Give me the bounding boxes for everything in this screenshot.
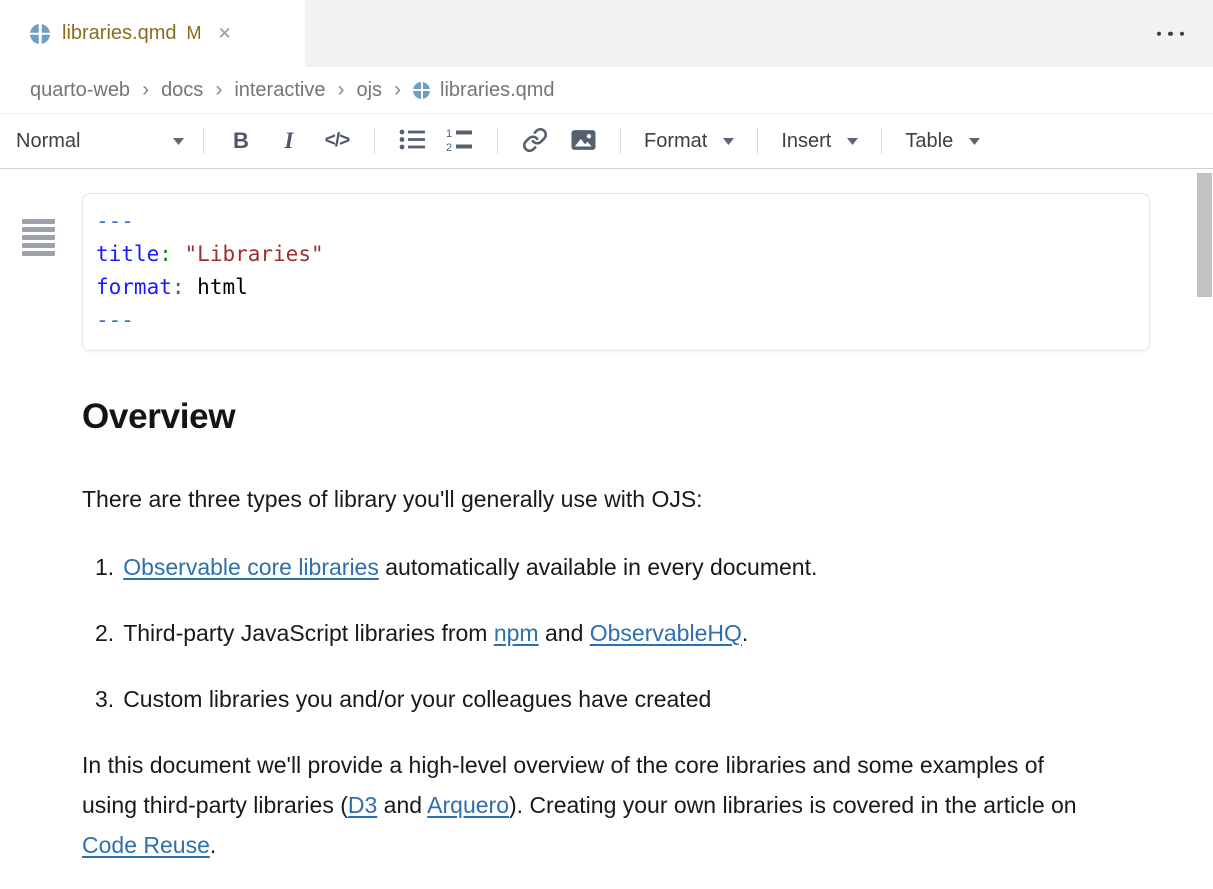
numbered-list-button[interactable]: 1 2 (444, 123, 476, 159)
list-item[interactable]: 1. Observable core libraries automatical… (82, 547, 1094, 587)
overflow-menu-icon[interactable] (1155, 25, 1187, 42)
insert-menu[interactable]: Insert (781, 130, 858, 153)
document-body: Overview There are three types of librar… (82, 397, 1094, 865)
quarto-icon (30, 24, 50, 44)
breadcrumb-item-ojs[interactable]: ojs (356, 79, 382, 102)
italic-button[interactable]: I (273, 123, 305, 159)
link-observable-core-libraries[interactable]: Observable core libraries (123, 554, 379, 580)
image-button[interactable] (567, 123, 599, 159)
svg-text:2: 2 (446, 142, 452, 152)
link-button[interactable] (519, 123, 551, 159)
list-number: 2. (95, 613, 114, 653)
toolbar-divider (620, 128, 621, 154)
toolbar-divider (497, 128, 498, 154)
toolbar-divider (757, 128, 758, 154)
editor-tab[interactable]: libraries.qmd M ✕ (0, 0, 305, 67)
link-d3[interactable]: D3 (348, 792, 377, 818)
chevron-separator-icon: › (215, 78, 222, 102)
formatting-toolbar: Normal B I </> 1 2 (0, 114, 1213, 169)
chevron-separator-icon: › (337, 78, 344, 102)
closing-paragraph[interactable]: In this document we'll provide a high-le… (82, 745, 1094, 865)
link-arquero[interactable]: Arquero (427, 792, 509, 818)
link-icon (522, 127, 548, 156)
vertical-scrollbar-thumb[interactable] (1197, 173, 1212, 297)
code-button[interactable]: </> (321, 123, 353, 159)
editor-canvas: --- title: "Libraries" format: html --- … (0, 193, 1213, 889)
tab-bar: libraries.qmd M ✕ (0, 0, 1213, 67)
block-outline-icon[interactable] (22, 219, 55, 256)
intro-paragraph[interactable]: There are three types of library you'll … (82, 479, 1094, 519)
link-observablehq[interactable]: ObservableHQ (590, 620, 742, 646)
list-item[interactable]: 3. Custom libraries you and/or your coll… (82, 679, 1094, 719)
yaml-metadata-block[interactable]: --- title: "Libraries" format: html --- (82, 193, 1150, 351)
breadcrumb-item-file[interactable]: libraries.qmd (413, 79, 554, 102)
list-item[interactable]: 2. Third-party JavaScript libraries from… (82, 613, 1094, 653)
chevron-separator-icon: › (394, 78, 401, 102)
table-menu[interactable]: Table (905, 130, 980, 153)
chevron-separator-icon: › (142, 78, 149, 102)
chevron-down-icon (847, 138, 858, 145)
page-title[interactable]: Overview (82, 397, 1094, 437)
breadcrumb-item-quarto-web[interactable]: quarto-web (30, 79, 130, 102)
bullet-list-icon (399, 128, 426, 154)
breadcrumb-item-docs[interactable]: docs (161, 79, 203, 102)
svg-text:1: 1 (446, 128, 452, 140)
list-number: 1. (95, 547, 114, 587)
bold-button[interactable]: B (225, 123, 257, 159)
numbered-list-icon: 1 2 (446, 128, 474, 155)
toolbar-divider (374, 128, 375, 154)
yaml-delimiter: --- (96, 205, 1133, 238)
format-menu[interactable]: Format (644, 130, 734, 153)
breadcrumb-file-label: libraries.qmd (440, 79, 554, 102)
breadcrumb-item-interactive[interactable]: interactive (234, 79, 325, 102)
paragraph-style-value: Normal (16, 130, 80, 153)
chevron-down-icon (969, 138, 980, 145)
list-item-text: Custom libraries you and/or your colleag… (123, 679, 711, 719)
paragraph-style-dropdown[interactable]: Normal (14, 130, 190, 153)
quarto-icon (413, 82, 430, 99)
toolbar-divider (881, 128, 882, 154)
link-code-reuse[interactable]: Code Reuse (82, 832, 210, 858)
modified-badge: M (186, 23, 201, 44)
tab-title: libraries.qmd (62, 22, 176, 45)
yaml-line-format: format: html (96, 271, 1133, 304)
breadcrumb: quarto-web › docs › interactive › ojs › … (0, 67, 1213, 114)
bullet-list-button[interactable] (396, 123, 428, 159)
toolbar-divider (203, 128, 204, 154)
yaml-line-title: title: "Libraries" (96, 238, 1133, 271)
list-item-text: Observable core libraries automatically … (123, 547, 817, 587)
chevron-down-icon (173, 138, 184, 145)
close-icon[interactable]: ✕ (217, 25, 231, 42)
yaml-delimiter: --- (96, 304, 1133, 337)
list-item-text: Third-party JavaScript libraries from np… (123, 613, 748, 653)
library-types-list: 1. Observable core libraries automatical… (82, 547, 1094, 719)
list-number: 3. (95, 679, 114, 719)
link-npm[interactable]: npm (494, 620, 539, 646)
chevron-down-icon (723, 138, 734, 145)
image-icon (570, 128, 597, 155)
